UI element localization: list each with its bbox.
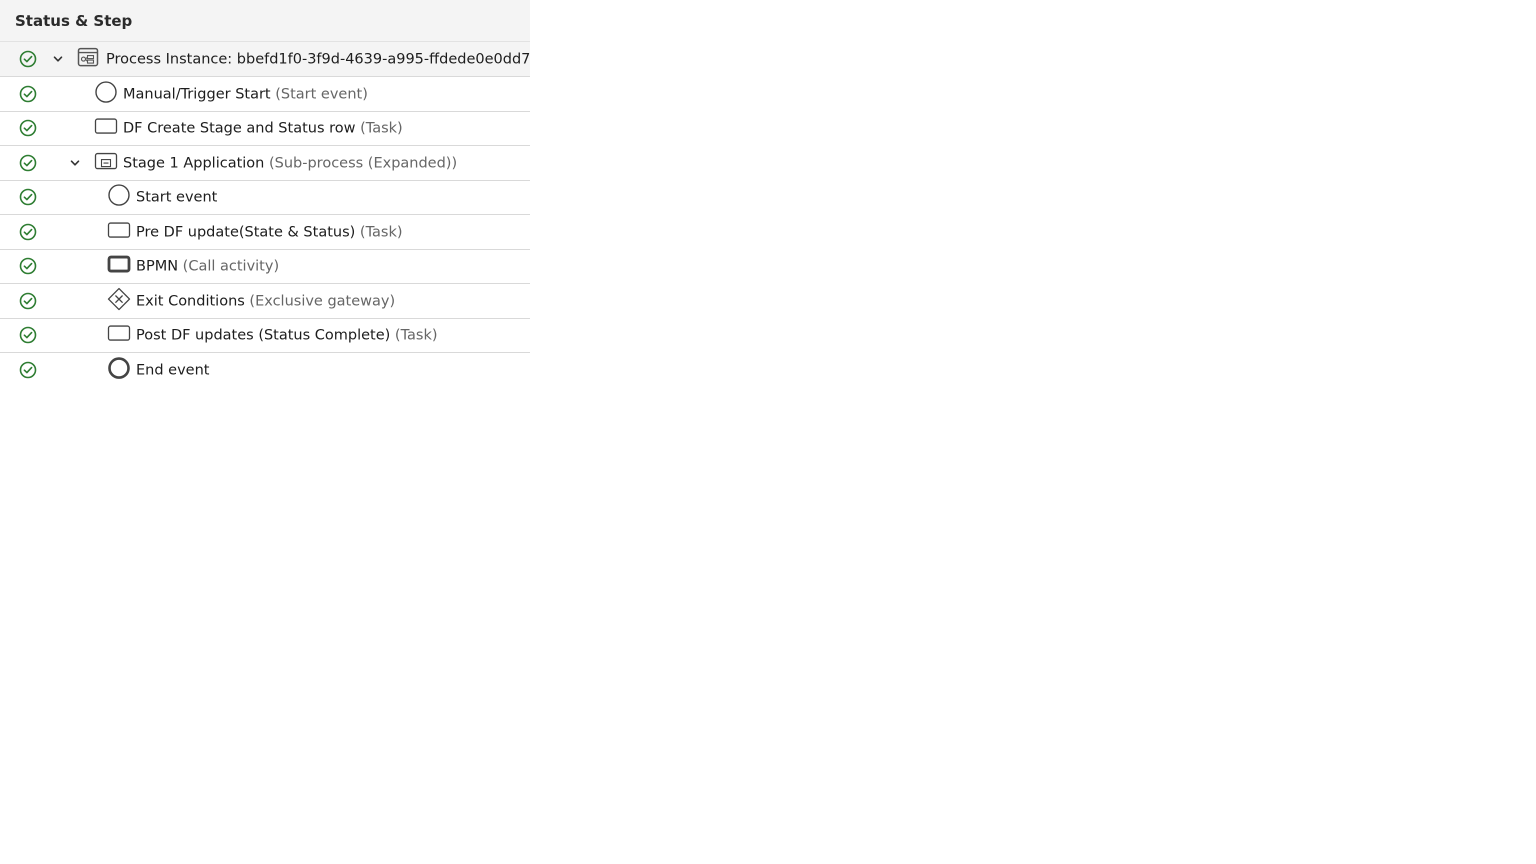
node-name: Manual/Trigger Start <box>123 86 271 103</box>
tree-row-label: Manual/Trigger Start (Start event) <box>123 86 368 102</box>
subprocess-icon <box>94 152 118 169</box>
column-header-title: Status & Step <box>15 11 133 30</box>
exclusive-gateway-icon <box>107 287 131 310</box>
start-event-icon <box>108 184 130 207</box>
check-circle-icon <box>19 119 37 137</box>
tree-row-label: Process Instance: bbefd1f0-3f9d-4639-a99… <box>106 52 530 68</box>
tree-row-df-create-stage[interactable]: DF Create Stage and Status row (Task) <box>0 112 530 146</box>
node-name: Process Instance: bbefd1f0-3f9d-4639-a99… <box>106 51 531 68</box>
tree-row-end-event[interactable]: End event <box>0 353 530 388</box>
start-event-icon <box>95 81 117 103</box>
tree-row-bpmn[interactable]: BPMN (Call activity) <box>0 250 530 284</box>
end-event-icon <box>108 357 130 380</box>
status-step-panel: Status & Step Process Instance: bbefd1f0… <box>0 0 530 388</box>
node-name: Exit Conditions <box>136 293 245 310</box>
check-circle-icon <box>19 223 37 241</box>
node-name: Start event <box>136 189 218 206</box>
task-icon <box>107 222 131 238</box>
chevron-down-icon[interactable] <box>52 53 64 65</box>
tree-row-label: DF Create Stage and Status row (Task) <box>123 121 403 137</box>
check-circle-icon <box>19 154 37 172</box>
tree-row-start-event[interactable]: Start event <box>0 181 530 215</box>
tree-row-label: Start event <box>136 190 217 206</box>
tree-row-label: BPMN (Call activity) <box>136 259 279 275</box>
check-circle-icon <box>19 361 37 379</box>
node-type: (Task) <box>355 224 403 241</box>
node-name: Post DF updates (Status Complete) <box>136 327 391 344</box>
chevron-down-icon[interactable] <box>69 157 81 169</box>
tree-row-exit-conditions[interactable]: Exit Conditions (Exclusive gateway) <box>0 284 530 319</box>
check-circle-icon <box>19 326 37 344</box>
task-icon <box>94 118 118 134</box>
node-name: BPMN <box>136 258 179 275</box>
process-instance-icon <box>77 47 99 67</box>
tree-row-label: Pre DF update(State & Status) (Task) <box>136 224 403 240</box>
tree-row-label: Stage 1 Application (Sub-process (Expand… <box>123 155 457 171</box>
node-type: (Sub-process (Expanded)) <box>264 155 458 172</box>
check-circle-icon <box>19 50 37 68</box>
tree-row-process-instance[interactable]: Process Instance: bbefd1f0-3f9d-4639-a99… <box>0 42 530 77</box>
node-type: (Call activity) <box>178 258 280 275</box>
tree-row-label: Exit Conditions (Exclusive gateway) <box>136 293 395 309</box>
node-type: (Task) <box>390 327 438 344</box>
node-name: DF Create Stage and Status row <box>123 120 356 137</box>
tree-row-label: End event <box>136 363 209 379</box>
node-name: Stage 1 Application <box>123 155 265 172</box>
check-circle-icon <box>19 85 37 103</box>
node-type: (Exclusive gateway) <box>244 293 396 310</box>
tree-row-manual-trigger-start[interactable]: Manual/Trigger Start (Start event) <box>0 77 530 112</box>
tree-row-pre-df-update[interactable]: Pre DF update(State & Status) (Task) <box>0 215 530 250</box>
check-circle-icon <box>19 188 37 206</box>
tree-row-label: Post DF updates (Status Complete) (Task) <box>136 328 438 344</box>
check-circle-icon <box>19 257 37 275</box>
check-circle-icon <box>19 292 37 310</box>
column-header: Status & Step <box>0 0 530 42</box>
node-type: (Start event) <box>270 86 368 103</box>
node-name: Pre DF update(State & Status) <box>136 224 356 241</box>
call-activity-icon <box>107 255 131 273</box>
tree-row-post-df-updates[interactable]: Post DF updates (Status Complete) (Task) <box>0 319 530 353</box>
task-icon <box>107 325 131 341</box>
tree-row-stage-1-application[interactable]: Stage 1 Application (Sub-process (Expand… <box>0 146 530 181</box>
node-name: End event <box>136 362 210 379</box>
node-type: (Task) <box>355 120 403 137</box>
